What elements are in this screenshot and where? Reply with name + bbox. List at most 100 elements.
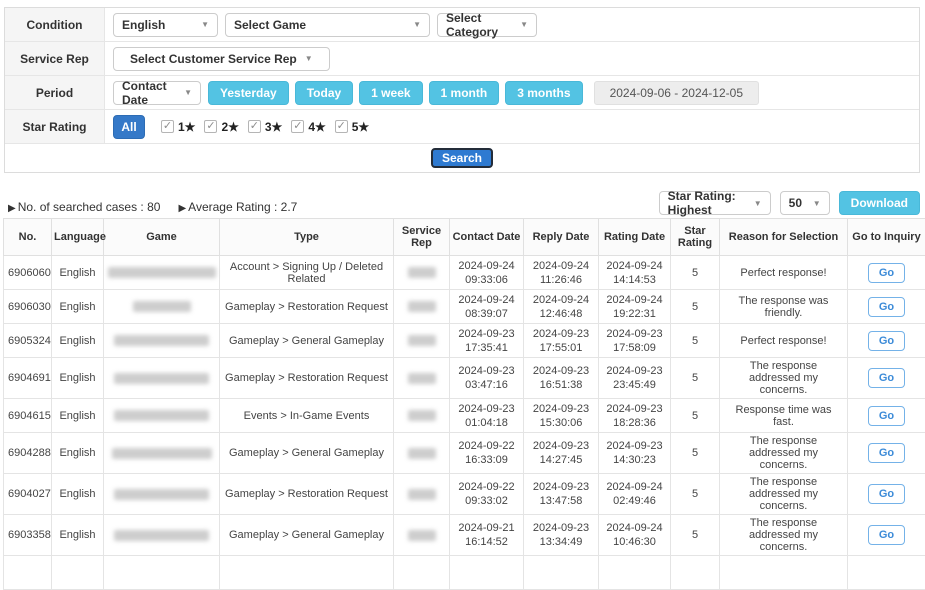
redacted-service-rep <box>408 301 436 312</box>
table-row: 6904027EnglishGameplay > Restoration Req… <box>4 474 925 515</box>
column-header: Contact Date <box>450 219 524 256</box>
service-rep-row: Service Rep Select Customer Service Rep … <box>5 42 919 76</box>
go-button[interactable]: Go <box>868 331 905 351</box>
cell-rating: 2024-09-2402:49:46 <box>599 474 671 515</box>
period-button-1-month[interactable]: 1 month <box>429 81 500 105</box>
cell-type: Gameplay > General Gameplay <box>220 324 394 358</box>
cell-reply-time: 13:47:58 <box>528 494 594 508</box>
cell-star-rating: 5 <box>671 358 720 399</box>
cell-game <box>104 290 220 324</box>
star-checkbox-2[interactable]: ✓2★ <box>204 120 238 134</box>
cell-star-rating: 5 <box>671 324 720 358</box>
cell-rating-time: 14:30:23 <box>603 453 666 467</box>
cell-rating-date: 2024-09-24 <box>603 259 666 273</box>
cell-contact-time: 03:47:16 <box>454 378 519 392</box>
column-header: Service Rep <box>394 219 450 256</box>
column-header: Language <box>52 219 104 256</box>
go-button[interactable]: Go <box>868 297 905 317</box>
cell-go: Go <box>848 399 925 433</box>
cell-no: 6906030 <box>4 290 52 324</box>
chevron-down-icon: ▼ <box>184 88 192 97</box>
condition-row: Condition English ▼ Select Game ▼ Select… <box>5 8 919 42</box>
star-checkbox-label: 4★ <box>308 120 325 134</box>
cell-contact-date: 2024-09-22 <box>454 439 519 453</box>
period-type-select[interactable]: Contact Date ▼ <box>113 81 201 105</box>
sort-select[interactable]: Star Rating: Highest ▼ <box>659 191 771 215</box>
period-button-1-week[interactable]: 1 week <box>359 81 422 105</box>
redacted-game-name <box>108 267 216 278</box>
go-button[interactable]: Go <box>868 368 905 388</box>
language-select[interactable]: English ▼ <box>113 13 218 37</box>
cell-empty <box>450 556 524 590</box>
cell-contact-time: 16:33:09 <box>454 453 519 467</box>
cell-service-rep <box>394 515 450 556</box>
go-button[interactable]: Go <box>868 406 905 426</box>
chevron-down-icon: ▼ <box>520 20 528 29</box>
period-button-3-months[interactable]: 3 months <box>505 81 582 105</box>
star-all-button[interactable]: All <box>113 115 145 139</box>
go-button[interactable]: Go <box>868 484 905 504</box>
page-size-select[interactable]: 50 ▼ <box>780 191 830 215</box>
go-button[interactable]: Go <box>868 263 905 283</box>
period-button-today[interactable]: Today <box>295 81 353 105</box>
redacted-service-rep <box>408 448 436 459</box>
table-row: 6904288EnglishGameplay > General Gamepla… <box>4 433 925 474</box>
cell-go: Go <box>848 324 925 358</box>
go-button[interactable]: Go <box>868 525 905 545</box>
cell-service-rep <box>394 433 450 474</box>
checkbox-checked-icon: ✓ <box>204 120 217 133</box>
cell-type: Gameplay > General Gameplay <box>220 515 394 556</box>
game-select[interactable]: Select Game ▼ <box>225 13 430 37</box>
cell-empty <box>848 556 925 590</box>
star-checkbox-1[interactable]: ✓1★ <box>161 120 195 134</box>
cell-contact-date: 2024-09-22 <box>454 480 519 494</box>
cell-reason: The response addressed my concerns. <box>720 358 848 399</box>
cell-rating-date: 2024-09-23 <box>603 327 666 341</box>
star-checkbox-3[interactable]: ✓3★ <box>248 120 282 134</box>
cell-game <box>104 256 220 290</box>
column-header: Reason for Selection <box>720 219 848 256</box>
go-button[interactable]: Go <box>868 443 905 463</box>
table-row: 6904691EnglishGameplay > Restoration Req… <box>4 358 925 399</box>
cell-empty <box>720 556 848 590</box>
cell-contact: 2024-09-2317:35:41 <box>450 324 524 358</box>
cell-rating-time: 14:14:53 <box>603 273 666 287</box>
game-select-value: Select Game <box>234 18 306 32</box>
star-checkbox-4[interactable]: ✓4★ <box>291 120 325 134</box>
star-checkbox-5[interactable]: ✓5★ <box>335 120 369 134</box>
cell-contact-date: 2024-09-23 <box>454 327 519 341</box>
cell-type: Gameplay > Restoration Request <box>220 290 394 324</box>
redacted-game-name <box>114 335 209 346</box>
cell-reply-date: 2024-09-23 <box>528 480 594 494</box>
cell-language: English <box>52 324 104 358</box>
searched-cases-count: ▶No. of searched cases : 80 <box>8 200 160 214</box>
cell-reply-time: 14:27:45 <box>528 453 594 467</box>
cell-rating-time: 17:58:09 <box>603 341 666 355</box>
service-rep-select[interactable]: Select Customer Service Rep ▼ <box>113 47 330 71</box>
date-range-picker[interactable]: 2024-09-06 - 2024-12-05 <box>594 81 759 105</box>
cell-rating-date: 2024-09-23 <box>603 439 666 453</box>
table-row: 6903358EnglishGameplay > General Gamepla… <box>4 515 925 556</box>
cell-reason: The response was friendly. <box>720 290 848 324</box>
cell-contact-time: 08:39:07 <box>454 307 519 321</box>
cell-rating-time: 02:49:46 <box>603 494 666 508</box>
category-select[interactable]: Select Category ▼ <box>437 13 537 37</box>
cell-game <box>104 324 220 358</box>
column-header: Reply Date <box>524 219 599 256</box>
period-button-yesterday[interactable]: Yesterday <box>208 81 289 105</box>
search-button[interactable]: Search <box>431 148 493 168</box>
cell-rating: 2024-09-2318:28:36 <box>599 399 671 433</box>
cell-rating-date: 2024-09-24 <box>603 480 666 494</box>
cell-game <box>104 515 220 556</box>
download-button[interactable]: Download <box>839 191 920 215</box>
cell-go: Go <box>848 433 925 474</box>
cell-contact-time: 16:14:52 <box>454 535 519 549</box>
cell-type: Gameplay > Restoration Request <box>220 358 394 399</box>
checkbox-checked-icon: ✓ <box>248 120 261 133</box>
cell-rating-date: 2024-09-23 <box>603 402 666 416</box>
cell-empty <box>220 556 394 590</box>
cell-rating-date: 2024-09-23 <box>603 364 666 378</box>
chevron-down-icon: ▼ <box>813 199 821 208</box>
cell-reply: 2024-09-2411:26:46 <box>524 256 599 290</box>
chevron-down-icon: ▼ <box>305 54 313 63</box>
